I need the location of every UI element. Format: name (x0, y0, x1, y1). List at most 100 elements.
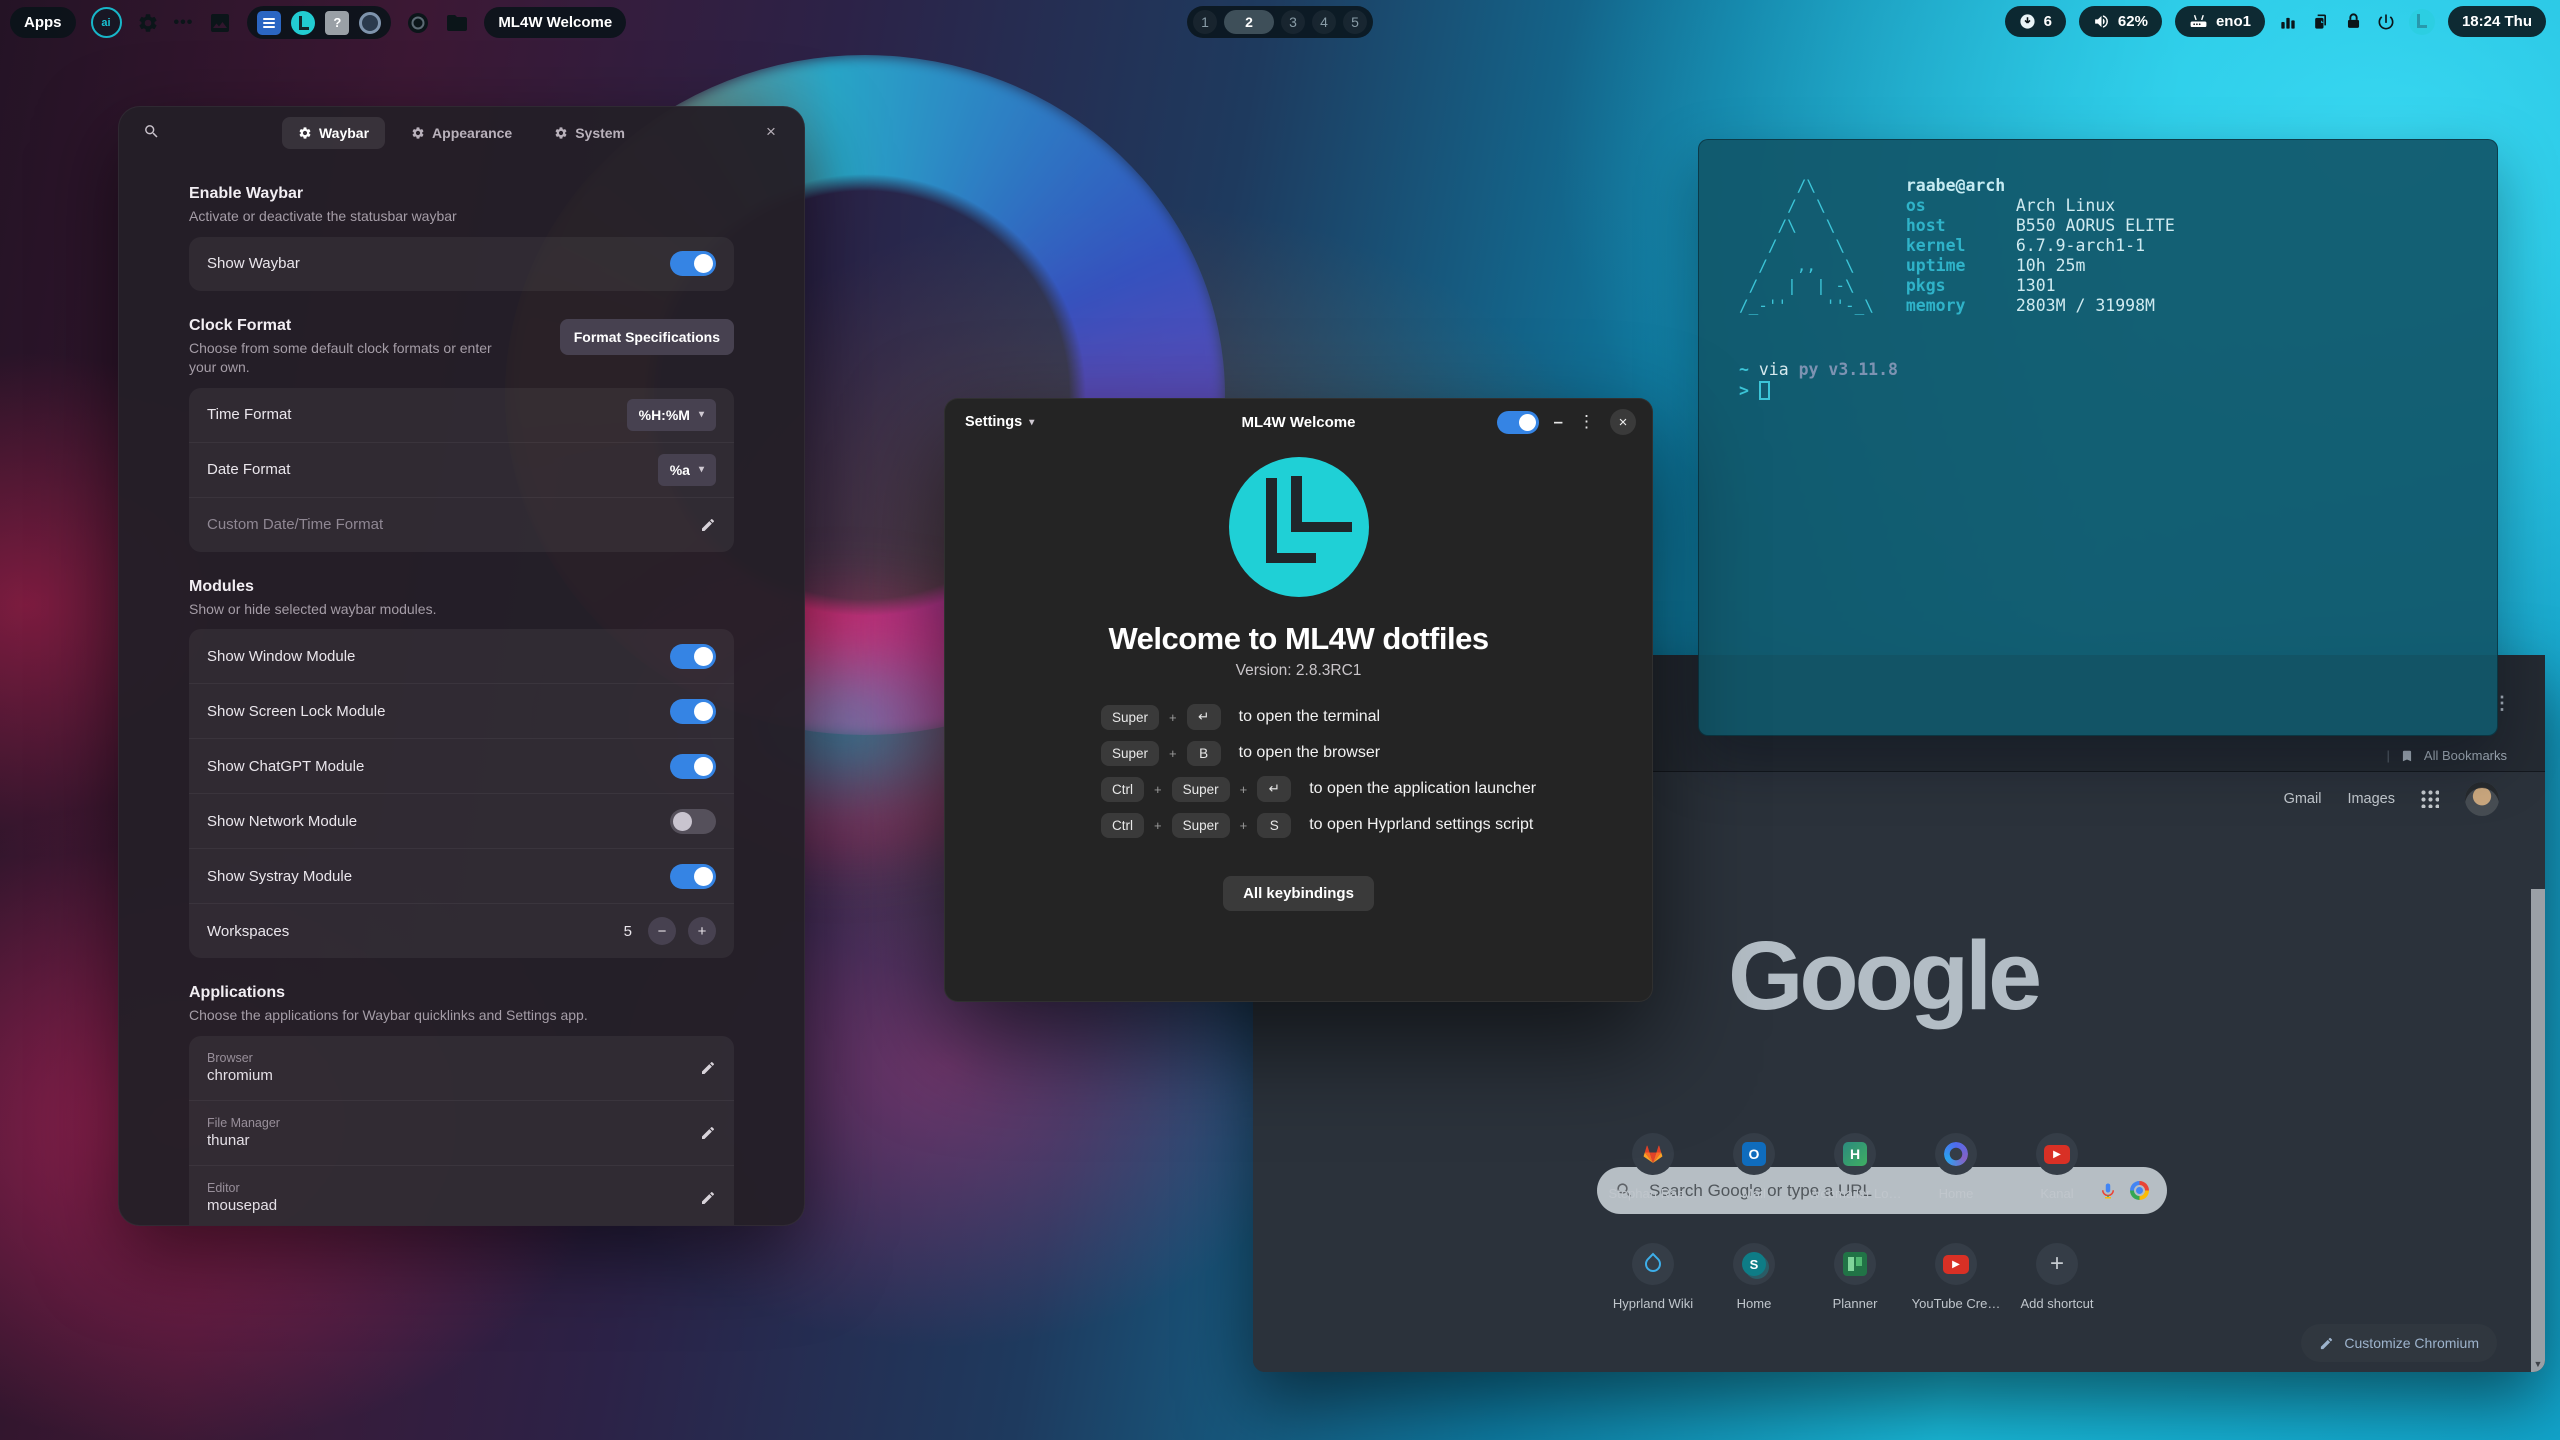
custom-format-row: Custom Date/Time Format (189, 497, 734, 552)
scrollbar[interactable]: ▼ (2531, 889, 2545, 1372)
more-options-icon[interactable]: ••• (174, 14, 194, 32)
help-file-icon[interactable]: ? (325, 11, 349, 35)
editor-app-row: Editor mousepad (189, 1165, 734, 1226)
fetch-value: 2803M / 31998M (2016, 296, 2155, 316)
show-waybar-toggle[interactable] (670, 251, 716, 276)
shortcut-home2[interactable]: S Home (1704, 1243, 1804, 1311)
shortcut-mail[interactable]: O Mail (1704, 1133, 1804, 1201)
pencil-icon[interactable] (700, 1190, 716, 1206)
chromium-icon[interactable] (406, 11, 430, 35)
lock-icon[interactable] (2344, 12, 2363, 31)
avatar[interactable] (2465, 782, 2499, 816)
active-window-title[interactable]: ML4W Welcome (484, 7, 626, 38)
ml4w-logo (1229, 457, 1369, 597)
terminal-window[interactable]: /\ / \ /\ \ / \ / ,, \ / | | -\ /_-'' ''… (1698, 139, 2498, 736)
workspace-3[interactable]: 3 (1281, 10, 1305, 34)
power-icon[interactable] (2376, 12, 2396, 32)
ml4w-app-icon[interactable] (291, 11, 315, 35)
workspace-4[interactable]: 4 (1312, 10, 1336, 34)
folder-icon[interactable] (445, 11, 469, 35)
add-shortcut-button[interactable]: + Add shortcut (2007, 1243, 2107, 1311)
shortcut-youtube-creator[interactable]: ▶ YouTube Cre… (1906, 1243, 2006, 1311)
shortcut-webmailer[interactable]: H Webmailer Lo… (1805, 1133, 1905, 1201)
screenlock-module-toggle[interactable] (670, 699, 716, 724)
updates-icon (2019, 13, 2036, 30)
all-bookmarks-label[interactable]: All Bookmarks (2424, 748, 2507, 763)
systray-module-toggle[interactable] (670, 864, 716, 889)
workspace-2[interactable]: 2 (1224, 10, 1274, 34)
pencil-icon[interactable] (700, 517, 716, 533)
ml4w-clock-icon[interactable] (2409, 9, 2435, 35)
images-link[interactable]: Images (2347, 791, 2395, 807)
youtube-icon: ▶ (1943, 1255, 1969, 1274)
section-subtitle: Choose from some default clock formats o… (189, 339, 519, 378)
date-format-dropdown[interactable]: %a▾ (658, 454, 716, 486)
shortcut-planner[interactable]: Planner (1805, 1243, 1905, 1311)
settings-menu-button[interactable]: Settings ▾ (965, 414, 1034, 430)
row-label: Show ChatGPT Module (207, 758, 670, 775)
volume-indicator[interactable]: 62% (2079, 6, 2162, 37)
row-label: Time Format (207, 406, 627, 423)
time-format-row: Time Format %H:%M▾ (189, 388, 734, 442)
gmail-link[interactable]: Gmail (2284, 791, 2322, 807)
stats-icon[interactable] (2278, 12, 2298, 32)
shortcut-home1[interactable]: Home (1906, 1133, 2006, 1201)
ai-icon[interactable]: ai (91, 7, 122, 38)
workspaces: 1 2 3 4 5 (1187, 6, 1373, 38)
increase-workspaces-button[interactable]: + (688, 917, 716, 945)
keybinding-desc: to open the terminal (1239, 708, 1380, 726)
tab-system[interactable]: System (538, 117, 641, 149)
format-specifications-button[interactable]: Format Specifications (560, 319, 734, 355)
pencil-icon[interactable] (700, 1125, 716, 1141)
circle-app-icon[interactable] (359, 12, 381, 34)
welcome-heading: Welcome to ML4W dotfiles (945, 621, 1652, 657)
shortcut-hyprland-wiki[interactable]: Hyprland Wiki (1603, 1243, 1703, 1311)
shortcut-kanal[interactable]: ▶ Kanal (2007, 1133, 2107, 1201)
tab-waybar[interactable]: Waybar (282, 117, 385, 149)
bookmark-icon (2400, 749, 2414, 763)
menu-dots-icon[interactable]: ⋮ (1578, 412, 1595, 432)
decrease-workspaces-button[interactable]: − (648, 917, 676, 945)
keybinding-desc: to open the application launcher (1309, 780, 1536, 798)
terminal-user-host: raabe@arch (1906, 176, 2175, 196)
speaker-icon (2093, 13, 2110, 30)
minimize-icon[interactable]: – (1554, 412, 1563, 432)
updates-indicator[interactable]: 6 (2005, 6, 2066, 37)
scroll-down-icon[interactable]: ▼ (2531, 1359, 2545, 1369)
close-icon[interactable]: × (1610, 409, 1636, 435)
shortcut-label: Mail (1742, 1186, 1766, 1201)
plus-icon: + (2050, 1250, 2064, 1278)
network-indicator[interactable]: eno1 (2175, 6, 2265, 37)
chatgpt-module-toggle[interactable] (670, 754, 716, 779)
fetch-value: 6.7.9-arch1-1 (2016, 236, 2145, 256)
autostart-toggle[interactable] (1497, 411, 1539, 434)
workspace-5[interactable]: 5 (1343, 10, 1367, 34)
gear-icon[interactable] (137, 12, 159, 34)
google-lens-icon[interactable] (2130, 1181, 2149, 1200)
fetch-key: host (1906, 216, 2016, 236)
wallpaper-icon[interactable] (208, 11, 232, 35)
keycap: Super (1172, 813, 1230, 838)
keycap: Super (1101, 741, 1159, 766)
all-keybindings-button[interactable]: All keybindings (1223, 876, 1374, 911)
customize-chromium-button[interactable]: Customize Chromium (2301, 1324, 2497, 1362)
tab-appearance[interactable]: Appearance (395, 117, 528, 149)
close-icon[interactable]: × (758, 119, 784, 145)
search-icon[interactable] (143, 123, 160, 140)
chevron-down-icon: ▾ (699, 409, 704, 420)
workspace-1[interactable]: 1 (1193, 10, 1217, 34)
module-row: Show Window Module (189, 629, 734, 683)
date-format-row: Date Format %a▾ (189, 442, 734, 497)
waybar-app-icon[interactable] (257, 11, 281, 35)
google-apps-icon[interactable] (2421, 790, 2439, 808)
gitlab-icon (1640, 1142, 1666, 1166)
window-module-toggle[interactable] (670, 644, 716, 669)
clock[interactable]: 18:24 Thu (2448, 6, 2546, 37)
apps-button[interactable]: Apps (10, 7, 76, 38)
time-format-dropdown[interactable]: %H:%M▾ (627, 399, 716, 431)
shortcut-stephan[interactable]: Stephan Raa… (1603, 1133, 1703, 1201)
quicklinks-group: ? (247, 6, 391, 39)
clipboard-icon[interactable] (2311, 12, 2331, 32)
network-module-toggle[interactable] (670, 809, 716, 834)
pencil-icon[interactable] (700, 1060, 716, 1076)
